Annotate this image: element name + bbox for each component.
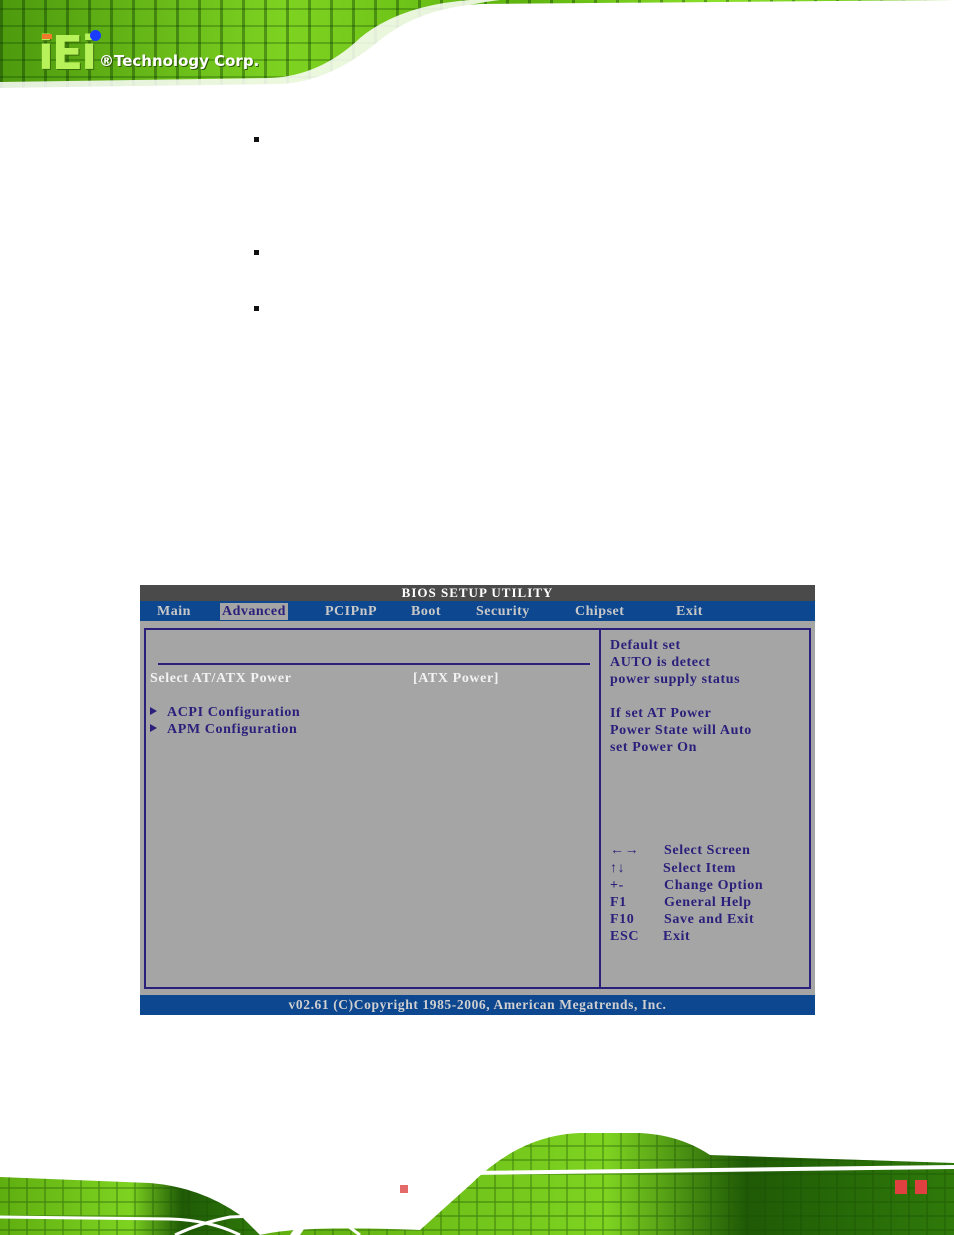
key-f10: F10	[610, 912, 635, 927]
key-action: Select Item	[663, 861, 737, 876]
logo-dot-icon	[90, 30, 101, 41]
help-line: Default set	[610, 638, 681, 653]
bullet-icon	[254, 250, 259, 255]
submenu-label: APM Configuration	[167, 722, 298, 737]
bullet-icon	[254, 137, 259, 142]
help-line: Power State will Auto	[610, 723, 752, 738]
key-esc: ESC	[610, 929, 640, 944]
option-value[interactable]: [ATX Power]	[413, 671, 499, 687]
circuit-board-graphic	[0, 1132, 954, 1235]
header-banner: iEi ®Technology Corp.	[0, 0, 954, 112]
panel-divider	[158, 663, 590, 665]
help-line: set Power On	[610, 740, 698, 755]
submenu-arrow-icon	[150, 724, 157, 732]
help-line: If set AT Power	[610, 706, 712, 721]
help-panel: Default set AUTO is detect power supply …	[599, 628, 811, 989]
settings-panel: Select AT/ATX Power [ATX Power] ACPI Con…	[144, 628, 599, 989]
help-line: power supply status	[610, 672, 741, 687]
key-action: Save and Exit	[664, 912, 755, 927]
tab-advanced[interactable]: Advanced	[220, 603, 288, 620]
bios-tab-bar: Main Advanced PCIPnP Boot Security Chips…	[140, 601, 815, 621]
logo-company-name: ®Technology Corp.	[98, 52, 260, 70]
tab-exit[interactable]: Exit	[674, 603, 705, 620]
key-action: Change Option	[664, 878, 764, 893]
help-line: AUTO is detect	[610, 655, 711, 670]
key-action: General Help	[664, 895, 752, 910]
bios-title: BIOS SETUP UTILITY	[140, 585, 815, 601]
submenu-arrow-icon	[150, 707, 157, 715]
option-select-at-atx-power[interactable]: Select AT/ATX Power	[150, 671, 292, 687]
bios-copyright: v02.61 (C)Copyright 1985-2006, American …	[140, 995, 815, 1015]
tab-main[interactable]: Main	[155, 603, 193, 620]
submenu-apm-configuration[interactable]: APM Configuration	[150, 722, 297, 738]
tab-boot[interactable]: Boot	[409, 603, 443, 620]
submenu-label: ACPI Configuration	[167, 705, 301, 720]
footer-banner	[0, 1125, 954, 1235]
key-action: Select Screen	[664, 843, 751, 858]
key-up-down: ↑↓	[610, 861, 626, 876]
key-plus-minus: +-	[610, 878, 624, 893]
iei-logo: iEi ®Technology Corp.	[38, 30, 259, 76]
key-left-right: ←→	[610, 843, 640, 858]
bullet-icon	[254, 306, 259, 311]
bios-screen: BIOS SETUP UTILITY Main Advanced PCIPnP …	[140, 585, 815, 1015]
tab-security[interactable]: Security	[474, 603, 532, 620]
logo-accent-icon	[42, 34, 52, 39]
tab-pcipnp[interactable]: PCIPnP	[323, 603, 379, 620]
key-action: Exit	[663, 929, 691, 944]
tab-chipset[interactable]: Chipset	[573, 603, 626, 620]
submenu-acpi-configuration[interactable]: ACPI Configuration	[150, 705, 300, 721]
key-f1: F1	[610, 895, 627, 910]
